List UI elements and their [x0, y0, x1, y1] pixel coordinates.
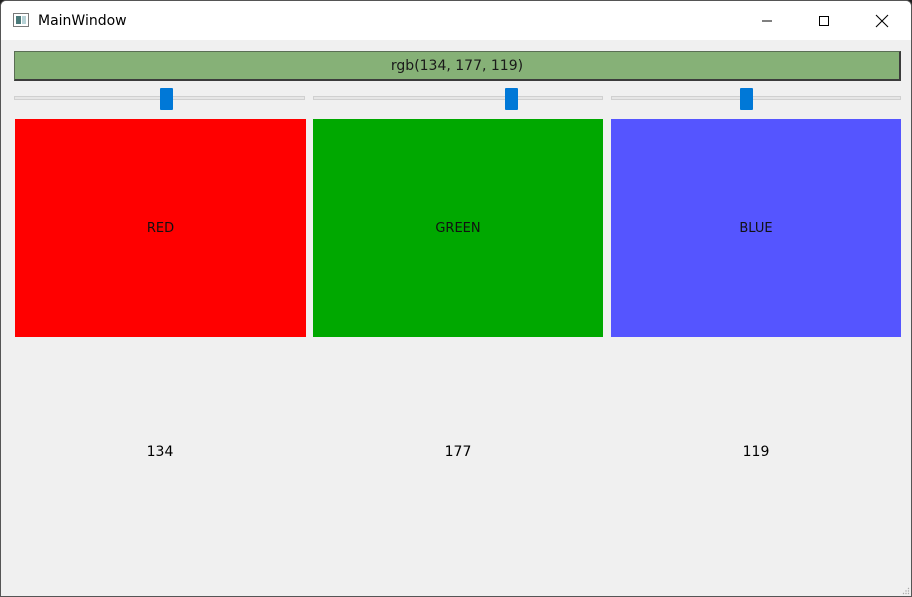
blue-slider[interactable] — [611, 88, 901, 110]
main-window: MainWindow rgb(134, 177, 119) RED GREEN … — [0, 0, 912, 597]
blue-swatch-label: BLUE — [739, 220, 773, 236]
minimize-icon — [761, 15, 773, 27]
red-swatch-label: RED — [146, 220, 175, 236]
blue-slider-groove[interactable] — [611, 96, 901, 100]
green-value-label: 177 — [444, 444, 472, 460]
red-swatch: RED — [15, 119, 306, 337]
title-bar[interactable]: MainWindow — [1, 1, 911, 40]
blue-slider-handle[interactable] — [740, 88, 753, 110]
minimize-button[interactable] — [738, 1, 796, 40]
close-icon — [875, 14, 889, 28]
maximize-button[interactable] — [795, 1, 853, 40]
green-swatch-label: GREEN — [435, 220, 481, 236]
green-slider[interactable] — [313, 88, 603, 110]
close-button[interactable] — [853, 1, 911, 40]
green-slider-handle[interactable] — [505, 88, 518, 110]
window-title: MainWindow — [38, 13, 127, 29]
blue-value-label: 119 — [742, 444, 770, 460]
red-slider[interactable] — [14, 88, 305, 110]
blue-swatch: BLUE — [611, 119, 901, 337]
green-swatch: GREEN — [313, 119, 603, 337]
color-preview-bar: rgb(134, 177, 119) — [14, 51, 901, 81]
green-slider-groove[interactable] — [313, 96, 603, 100]
red-slider-handle[interactable] — [160, 88, 173, 110]
red-value-label: 134 — [146, 444, 174, 460]
maximize-icon — [818, 15, 830, 27]
resize-grip-icon[interactable] — [902, 587, 910, 595]
app-window-icon — [13, 13, 29, 27]
